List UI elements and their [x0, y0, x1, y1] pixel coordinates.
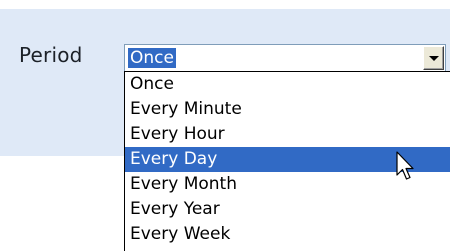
period-select-value[interactable]: Once [128, 48, 176, 68]
option-every-hour[interactable]: Every Hour [125, 122, 450, 147]
chevron-down-icon [429, 56, 439, 61]
period-select[interactable]: Once [124, 44, 446, 72]
option-every-year[interactable]: Every Year [125, 197, 450, 222]
option-every-week[interactable]: Every Week [125, 222, 450, 247]
option-once[interactable]: Once [125, 72, 450, 97]
dropdown-button[interactable] [423, 46, 444, 70]
period-label: Period [19, 43, 83, 67]
option-every-minute[interactable]: Every Minute [125, 97, 450, 122]
mouse-pointer-icon [396, 151, 414, 180]
